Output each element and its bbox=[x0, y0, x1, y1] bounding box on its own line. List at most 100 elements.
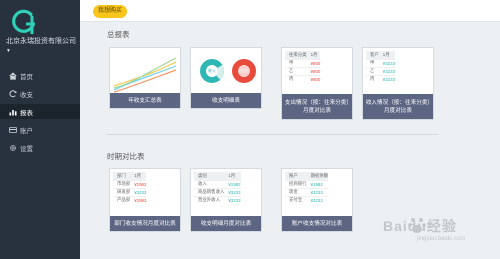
caret-down-icon: ▼ bbox=[6, 48, 11, 54]
table-header: 1月 bbox=[224, 172, 241, 180]
report-card-income-expense-detail[interactable]: 收入 支出 收支明细表 bbox=[190, 47, 262, 109]
report-card-account-comparison[interactable]: 账户 期初余额 招商银行 ¥1982 现金 ¥3233 支付宝 ¥3233 账户收支情况… bbox=[281, 168, 353, 232]
line-chart-thumbnail bbox=[113, 57, 177, 93]
table-cell: 甲 bbox=[285, 58, 307, 67]
table-row: 丙 ¥3233 bbox=[366, 74, 396, 83]
table-cell: 商品销售收入 bbox=[194, 187, 225, 196]
table-cell: 市场部 bbox=[113, 179, 131, 188]
table-cell: 乙 bbox=[285, 66, 307, 75]
table-cell: 产品部 bbox=[113, 195, 131, 204]
table-row: 乙 ¥3233 bbox=[366, 66, 396, 75]
table-cell: 丙 bbox=[285, 74, 307, 83]
nav-item-settings[interactable]: 设置 bbox=[0, 140, 80, 155]
table-header: 1月 bbox=[378, 51, 396, 59]
table-cell: 营业外收入 bbox=[194, 195, 225, 204]
card-label: 收支明细月度对比表 bbox=[191, 216, 261, 231]
report-card-expense-monthly[interactable]: 往来分类 1月 甲 ¥800 乙 ¥800 丙 ¥800 支出情况（按：往来分类）月度对… bbox=[281, 47, 353, 120]
mini-table: 往来分类 1月 甲 ¥800 乙 ¥800 丙 ¥800 bbox=[285, 51, 321, 83]
table-cell: ¥1982 bbox=[130, 179, 147, 188]
table-cell: 甲 bbox=[366, 58, 379, 67]
my-purchase-button[interactable]: 我想购买 bbox=[93, 5, 127, 18]
card-label: 年收支汇总表 bbox=[110, 93, 180, 108]
table-header: 客户 bbox=[366, 51, 379, 59]
table-row: 甲 ¥800 bbox=[285, 58, 321, 67]
nav-label: 首页 bbox=[20, 73, 33, 81]
home-icon bbox=[8, 71, 17, 80]
nav-item-home[interactable]: 首页 bbox=[0, 68, 80, 83]
table-row: 产品部 ¥1982 bbox=[113, 195, 147, 204]
table-header: 账户 bbox=[285, 172, 307, 180]
table-cell: ¥3233 bbox=[378, 66, 396, 75]
refresh-icon bbox=[8, 89, 17, 98]
mini-table: 类别 1月 收入 ¥1982 商品销售收入 ¥3233 营业外收入 ¥3233 bbox=[194, 172, 241, 204]
table-row: 收入 ¥1982 bbox=[194, 179, 241, 188]
table-row: 商品销售收入 ¥3233 bbox=[194, 187, 241, 196]
report-card-income-monthly[interactable]: 客户 1月 甲 ¥3233 乙 ¥3233 丙 ¥3233 收入情况（按：往来分类）月度… bbox=[362, 47, 434, 120]
pie-label-expense: 支出 bbox=[240, 68, 248, 73]
card-label: 支出情况（按：往来分类）月度对比表 bbox=[282, 94, 352, 119]
mini-table: 账户 期初余额 招商银行 ¥1982 现金 ¥3233 支付宝 ¥3233 bbox=[285, 172, 329, 204]
table-cell: ¥3233 bbox=[378, 74, 396, 83]
table-row: 乙 ¥800 bbox=[285, 66, 321, 75]
logo-icon bbox=[12, 9, 35, 34]
table-row: 营业外收入 ¥3233 bbox=[194, 195, 241, 204]
table-header: 往来分类 bbox=[285, 51, 307, 59]
table-cell: 研发部 bbox=[113, 187, 131, 196]
table-cell: ¥800 bbox=[306, 66, 321, 75]
top-bar bbox=[80, 0, 500, 22]
nav-label: 设置 bbox=[20, 145, 33, 153]
card-label: 部门收支情况月度对比表 bbox=[110, 216, 180, 231]
table-row: 丙 ¥800 bbox=[285, 74, 321, 83]
table-cell: 支付宝 bbox=[285, 195, 307, 204]
watermark-url: jingyan.baidu.com bbox=[417, 236, 466, 242]
nav-label: 报表 bbox=[20, 109, 33, 117]
nav-item-accounts[interactable]: 账户 bbox=[0, 122, 80, 137]
nav-item-finance[interactable]: 收支 bbox=[0, 86, 80, 101]
table-header: 1月 bbox=[306, 51, 321, 59]
watermark-text: Baidu经验 bbox=[383, 218, 457, 234]
table-cell: ¥800 bbox=[306, 74, 321, 83]
table-cell: 招商银行 bbox=[285, 179, 307, 188]
table-cell: ¥1982 bbox=[130, 195, 147, 204]
table-cell: 收入 bbox=[194, 179, 225, 188]
table-header: 1月 bbox=[130, 172, 147, 180]
card-icon bbox=[8, 125, 17, 134]
table-row: 市场部 ¥1982 bbox=[113, 179, 147, 188]
report-card-detail-monthly[interactable]: 类别 1月 收入 ¥1982 商品销售收入 ¥3233 营业外收入 ¥3233 收支明细… bbox=[190, 168, 262, 232]
report-card-department-monthly[interactable]: 部门 1月 市场部 ¥1982 研发部 ¥3233 产品部 ¥1982 部门收支情况月度… bbox=[109, 168, 181, 232]
table-cell: ¥1982 bbox=[306, 179, 329, 188]
mini-table: 部门 1月 市场部 ¥1982 研发部 ¥3233 产品部 ¥1982 bbox=[113, 172, 147, 204]
report-card-annual-summary[interactable]: 年收支汇总表 bbox=[109, 47, 181, 109]
table-row: 支付宝 ¥3233 bbox=[285, 195, 329, 204]
nav-label: 账户 bbox=[20, 127, 33, 135]
table-row: 研发部 ¥3233 bbox=[113, 187, 147, 196]
table-header: 类别 bbox=[194, 172, 225, 180]
pie-label-income: 收入 bbox=[208, 68, 216, 73]
table-row: 现金 ¥3233 bbox=[285, 187, 329, 196]
table-cell: 现金 bbox=[285, 187, 307, 196]
table-cell: ¥3233 bbox=[378, 58, 396, 67]
card-label: 收入情况（按：往来分类）月度对比表 bbox=[363, 94, 433, 119]
chart-icon bbox=[8, 107, 17, 116]
card-label: 收支明细表 bbox=[191, 93, 261, 108]
company-name: 北京永瑞投资有限公司 bbox=[6, 38, 76, 45]
section-divider bbox=[107, 134, 438, 135]
table-header: 期初余额 bbox=[306, 172, 329, 180]
table-cell: 丙 bbox=[366, 74, 379, 83]
gear-icon bbox=[8, 143, 17, 152]
table-cell: 乙 bbox=[366, 66, 379, 75]
table-cell: ¥3233 bbox=[130, 187, 147, 196]
baidu-watermark: Baidu经验 jingyan.baidu.com bbox=[383, 213, 495, 247]
sidebar: 北京永瑞投资有限公司 ▼ 首页 收支 报表 账户 设置 bbox=[0, 0, 80, 259]
table-cell: ¥3233 bbox=[224, 187, 241, 196]
table-cell: ¥1982 bbox=[224, 179, 241, 188]
table-cell: ¥800 bbox=[306, 58, 321, 67]
table-header: 部门 bbox=[113, 172, 131, 180]
table-row: 甲 ¥3233 bbox=[366, 58, 396, 67]
table-cell: ¥3233 bbox=[224, 195, 241, 204]
nav-item-reports[interactable]: 报表 bbox=[0, 104, 80, 119]
mini-table: 客户 1月 甲 ¥3233 乙 ¥3233 丙 ¥3233 bbox=[366, 51, 396, 83]
table-cell: ¥3233 bbox=[306, 195, 329, 204]
nav-label: 收支 bbox=[20, 91, 33, 99]
company-switcher[interactable]: 北京永瑞投资有限公司 ▼ bbox=[6, 37, 78, 56]
